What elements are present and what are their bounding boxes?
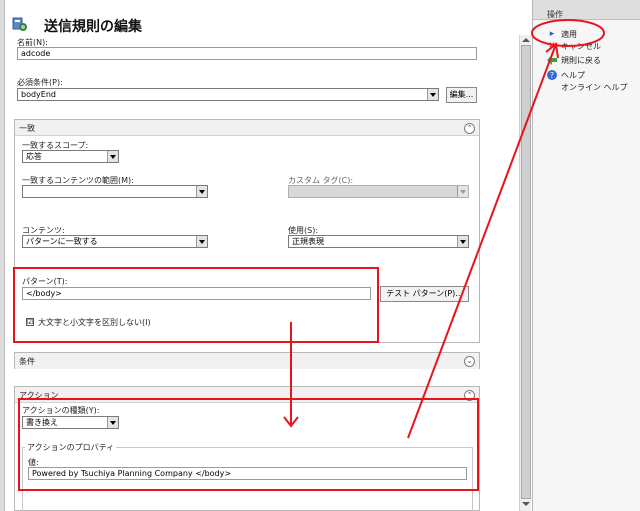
collapse-icon[interactable]: ⌃ xyxy=(464,390,475,401)
main-pane: 送信規則の編集 名前(N): adcode 必須条件(P): bodyEnd 編… xyxy=(0,0,532,511)
ignore-case-checkbox[interactable]: ☑ xyxy=(26,318,34,326)
ignore-case-label[interactable]: 大文字と小文字を区別しない(I) xyxy=(38,317,151,328)
pattern-label: パターン(T): xyxy=(22,277,68,286)
scroll-up-icon[interactable] xyxy=(522,38,530,42)
conditions-section-header[interactable]: 条件 ⌄ xyxy=(15,353,479,369)
content-value: パターンに一致する xyxy=(26,237,98,246)
scrollbar-thumb[interactable] xyxy=(521,45,531,499)
action-properties-legend: アクションのプロパティ xyxy=(25,442,117,453)
chevron-down-icon[interactable] xyxy=(457,236,468,247)
cancel-action[interactable]: キャンセル xyxy=(561,41,601,52)
scope-select[interactable]: 応答 xyxy=(22,150,119,163)
page-title: 送信規則の編集 xyxy=(44,19,142,35)
back-arrow-icon xyxy=(547,55,557,65)
apply-action[interactable]: 適用 xyxy=(561,29,577,40)
actions-header-title: 操作 xyxy=(547,10,563,19)
content-range-select[interactable] xyxy=(22,185,208,198)
precondition-label: 必須条件(P): xyxy=(17,78,63,87)
expand-icon[interactable]: ⌄ xyxy=(464,356,475,367)
vertical-scrollbar[interactable] xyxy=(519,35,531,511)
conditions-section-title: 条件 xyxy=(19,357,35,366)
action-section-title: アクション xyxy=(19,391,59,400)
page-icon xyxy=(12,16,28,32)
conditions-section[interactable]: 条件 ⌄ xyxy=(14,352,480,369)
actions-pane: 操作 ▸ 適用 ✕ キャンセル 規則に戻る ? ヘルプ オンライン ヘルプ xyxy=(532,0,640,511)
left-edge xyxy=(0,0,5,511)
help-action[interactable]: ヘルプ xyxy=(561,70,585,81)
help-icon: ? xyxy=(547,70,557,80)
scope-value: 応答 xyxy=(26,152,42,161)
chevron-down-icon[interactable] xyxy=(107,151,118,162)
chevron-down-icon[interactable] xyxy=(107,417,118,428)
edit-button[interactable]: 編集... xyxy=(446,87,477,103)
test-pattern-button[interactable]: テスト パターン(P)... xyxy=(380,286,469,302)
apply-icon: ▸ xyxy=(549,29,555,39)
chevron-down-icon[interactable] xyxy=(196,236,207,247)
scroll-down-icon[interactable] xyxy=(522,502,530,506)
chevron-down-icon[interactable] xyxy=(457,186,468,197)
using-select[interactable]: 正規表現 xyxy=(288,235,469,248)
svg-text:?: ? xyxy=(550,71,554,80)
action-type-select[interactable]: 書き換え xyxy=(22,416,119,429)
pattern-input[interactable]: </body> xyxy=(22,287,371,300)
precondition-value: bodyEnd xyxy=(21,90,56,99)
actions-header: 操作 xyxy=(533,0,640,20)
collapse-icon[interactable]: ⌃ xyxy=(464,123,475,134)
match-section-title: 一致 xyxy=(19,124,35,133)
chevron-down-icon[interactable] xyxy=(196,186,207,197)
cancel-icon: ✕ xyxy=(548,41,556,51)
custom-tag-select[interactable] xyxy=(288,185,469,198)
action-type-label: アクションの種類(Y): xyxy=(22,406,100,415)
value-input[interactable]: Powered by Tsuchiya Planning Company </b… xyxy=(28,467,467,480)
content-select[interactable]: パターンに一致する xyxy=(22,235,208,248)
chevron-down-icon[interactable] xyxy=(427,89,438,100)
action-type-value: 書き換え xyxy=(26,418,58,427)
precondition-select[interactable]: bodyEnd xyxy=(17,88,439,101)
match-section-header[interactable]: 一致 ⌃ xyxy=(15,120,479,136)
name-input[interactable]: adcode xyxy=(17,47,477,60)
using-value: 正規表現 xyxy=(292,237,324,246)
action-section-header[interactable]: アクション ⌃ xyxy=(15,387,479,403)
online-help-action[interactable]: オンライン ヘルプ xyxy=(561,82,628,93)
back-to-rules-action[interactable]: 規則に戻る xyxy=(561,55,601,66)
